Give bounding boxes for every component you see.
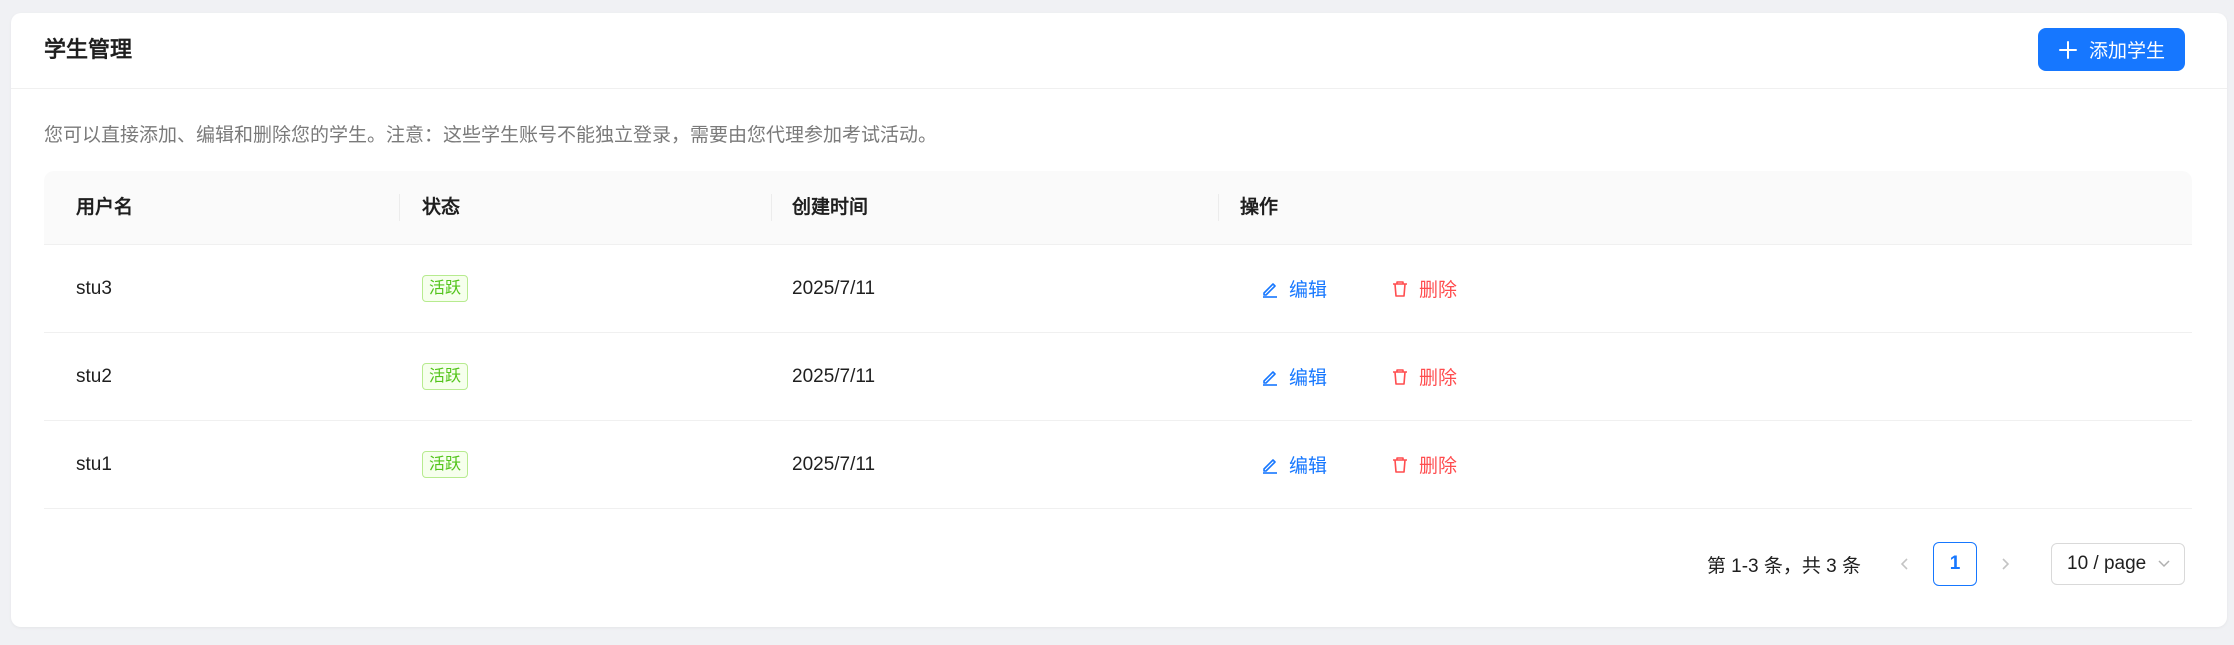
trash-icon [1393, 280, 1407, 297]
column-header-actions: 操作 [1240, 197, 1279, 218]
plus-icon [2058, 40, 2077, 59]
chevron-left-icon [1900, 558, 1908, 570]
column-divider [771, 194, 772, 221]
status-badge: 活跃 [422, 275, 469, 302]
column-header-status: 状态 [422, 197, 461, 218]
next-page-button[interactable] [1985, 542, 2025, 586]
delete-button[interactable]: 删除 [1391, 421, 1457, 508]
delete-button[interactable]: 删除 [1391, 333, 1457, 420]
edit-button[interactable]: 编辑 [1261, 421, 1327, 508]
student-management-card: 学生管理 添加学生 您可以直接添加、编辑和删除您的学生。注意：这些学生账号不能独… [11, 13, 2227, 627]
chevron-right-icon [2002, 558, 2010, 570]
edit-label: 编辑 [1289, 456, 1328, 477]
add-student-label: 添加学生 [2088, 41, 2165, 62]
username-cell: stu1 [76, 454, 112, 475]
trash-icon [1393, 456, 1407, 473]
table-row: stu2 活跃 2025/7/11 编辑 删除 [44, 333, 2192, 421]
delete-label: 删除 [1419, 368, 1458, 389]
column-header-username: 用户名 [76, 197, 134, 218]
trash-icon [1393, 368, 1407, 385]
page-size-select[interactable]: 10 / page [2051, 543, 2185, 585]
edit-button[interactable]: 编辑 [1261, 333, 1327, 420]
students-table: 用户名 状态 创建时间 操作 stu3 活跃 2025/7/11 编辑 删除 s… [44, 171, 2192, 509]
add-student-button[interactable]: 添加学生 [2038, 28, 2185, 71]
card-header: 学生管理 添加学生 [11, 13, 2227, 89]
edit-button[interactable]: 编辑 [1261, 245, 1327, 332]
column-divider [1218, 194, 1219, 221]
chevron-down-icon [2158, 560, 2170, 568]
delete-button[interactable]: 删除 [1391, 245, 1457, 332]
username-cell: stu2 [76, 366, 112, 387]
edit-label: 编辑 [1289, 280, 1328, 301]
edit-icon [1263, 370, 1277, 386]
status-badge: 活跃 [422, 451, 469, 478]
page-size-value: 10 / page [2067, 553, 2147, 574]
edit-icon [1263, 458, 1277, 474]
column-header-created: 创建时间 [792, 197, 869, 218]
delete-label: 删除 [1419, 456, 1458, 477]
delete-label: 删除 [1419, 280, 1458, 301]
table-header: 用户名 状态 创建时间 操作 [44, 171, 2192, 245]
prev-page-button[interactable] [1885, 542, 1925, 586]
created-time-cell: 2025/7/11 [792, 278, 876, 299]
description-text: 您可以直接添加、编辑和删除您的学生。注意：这些学生账号不能独立登录，需要由您代理… [44, 125, 938, 146]
edit-icon [1263, 282, 1277, 298]
edit-label: 编辑 [1289, 368, 1328, 389]
created-time-cell: 2025/7/11 [792, 366, 876, 387]
table-row: stu1 活跃 2025/7/11 编辑 删除 [44, 421, 2192, 509]
page-title: 学生管理 [44, 37, 133, 62]
username-cell: stu3 [76, 278, 112, 299]
page-number-button[interactable]: 1 [1933, 542, 1977, 586]
created-time-cell: 2025/7/11 [792, 454, 876, 475]
table-row: stu3 活跃 2025/7/11 编辑 删除 [44, 245, 2192, 333]
status-badge: 活跃 [422, 363, 469, 390]
pagination-total: 第 1-3 条，共 3 条 [1706, 555, 1861, 577]
pagination: 第 1-3 条，共 3 条 1 10 / page [1707, 542, 2185, 586]
column-divider [399, 194, 400, 221]
